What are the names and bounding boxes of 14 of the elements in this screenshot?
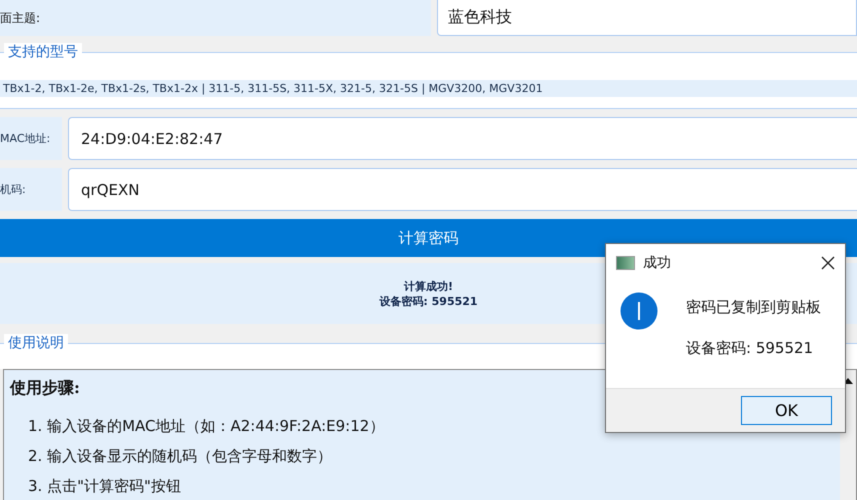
help-heading: 使用步骤:	[10, 378, 80, 399]
group-title: 使用说明	[4, 334, 68, 352]
dialog-detail: 设备密码: 595521	[686, 339, 814, 358]
models-text: TBx1-2, TBx1-2e, TBx1-2s, TBx1-2x | 311-5, 311-5S, 311-5X, 321-5, 321-5S | MGV3200, MGV3201	[0, 80, 857, 97]
result-text: 设备密码: 595521	[379, 294, 478, 308]
help-step: 3. 点击"计算密码"按钮	[10, 471, 830, 500]
field-label: 面主题:	[0, 0, 431, 36]
help-step: 2. 输入设备显示的随机码（包含字母和数字）	[10, 441, 830, 471]
field-label: MAC地址:	[0, 117, 62, 160]
result-text: 计算成功!	[404, 278, 454, 294]
dialog-message: 密码已复制到剪贴板	[686, 298, 821, 317]
group-title: 支持的型号	[4, 43, 82, 61]
dialog-title: 成功	[643, 254, 672, 272]
field-label: 机码:	[0, 168, 62, 211]
